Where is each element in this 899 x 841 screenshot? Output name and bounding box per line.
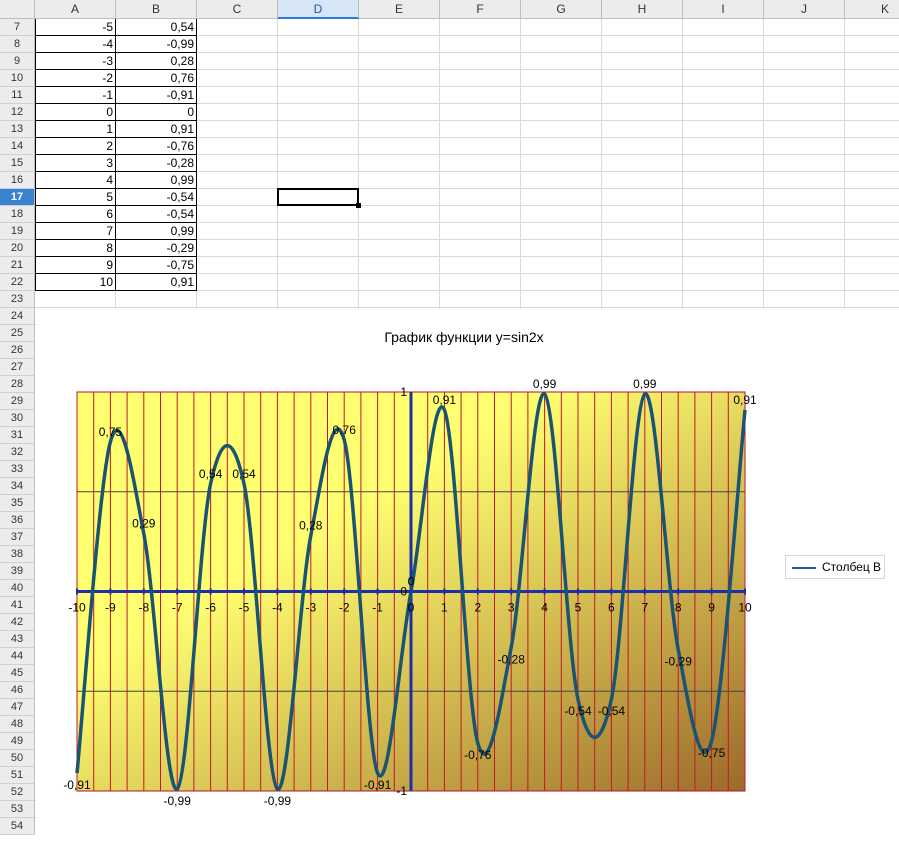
data-label: 0,75 (99, 425, 123, 439)
x-tick-label: 0 (408, 601, 415, 615)
legend-label: Столбец B (822, 560, 882, 574)
data-label: -0,99 (164, 794, 192, 808)
data-label: 0,29 (132, 517, 156, 531)
data-label: -0,54 (564, 704, 592, 718)
data-label: -0,99 (264, 794, 292, 808)
y-tick-label: 0 (400, 585, 407, 599)
x-tick-label: 4 (541, 601, 548, 615)
x-tick-label: -10 (68, 601, 86, 615)
chart-title: График функции y=sin2x (384, 329, 544, 345)
legend-swatch (792, 567, 816, 569)
x-tick-label: -3 (305, 601, 316, 615)
data-label: 0,99 (633, 377, 657, 391)
x-tick-label: -9 (105, 601, 116, 615)
chart[interactable]: -10 -9 -8 -7 -6 -5 -4 -3 -2 -1 0 1 2 3 4 5 6 7 8 9 10 -101 -… (0, 0, 899, 841)
x-tick-label: 5 (575, 601, 582, 615)
x-tick-label: -4 (272, 601, 283, 615)
data-label: -0,54 (598, 704, 626, 718)
x-tick-label: -8 (138, 601, 149, 615)
x-tick-label: 2 (474, 601, 481, 615)
x-tick-label: 6 (608, 601, 615, 615)
x-tick-label: -2 (339, 601, 350, 615)
data-label: 0,99 (533, 377, 557, 391)
data-label: 0,54 (232, 467, 256, 481)
data-label: 0 (408, 575, 415, 589)
data-label: -0,75 (698, 746, 726, 760)
x-tick-label: 9 (708, 601, 715, 615)
data-label: 0,91 (733, 393, 757, 407)
y-tick-label: -1 (396, 784, 407, 798)
data-label: -0,91 (364, 778, 392, 792)
x-tick-label: -7 (172, 601, 183, 615)
x-tick-label: 3 (508, 601, 515, 615)
data-label: -0,28 (498, 652, 526, 666)
x-tick-label: 8 (675, 601, 682, 615)
data-label: 0,76 (333, 423, 357, 437)
chart-legend: Столбец B (785, 555, 885, 579)
x-tick-label: 7 (641, 601, 648, 615)
data-label: -0,91 (63, 778, 91, 792)
y-tick-label: 1 (400, 385, 407, 399)
x-tick-label: -1 (372, 601, 383, 615)
data-label: 0,28 (299, 519, 323, 533)
x-tick-label: 1 (441, 601, 448, 615)
data-label: -0,29 (665, 654, 693, 668)
data-label: -0,76 (464, 748, 492, 762)
x-tick-label: -5 (239, 601, 250, 615)
x-tick-label: 10 (738, 601, 752, 615)
data-label: 0,54 (199, 467, 223, 481)
data-label: 0,91 (433, 393, 457, 407)
x-tick-label: -6 (205, 601, 216, 615)
